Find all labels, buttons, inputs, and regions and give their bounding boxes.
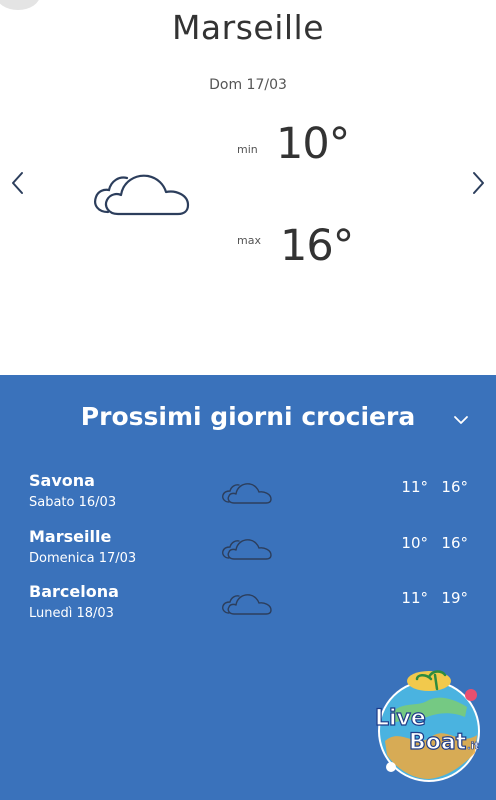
max-temperature-label: max <box>237 234 261 247</box>
port-name: Barcelona <box>29 582 119 601</box>
max-temperature: 16° <box>441 478 468 496</box>
min-temperature-label: min <box>237 143 258 156</box>
max-temperature: 19° <box>441 589 468 607</box>
port-day: Sabato 16/03 <box>29 495 117 510</box>
forecast-row-savona[interactable]: Savona Sabato 16/03 11° 16° <box>0 471 496 521</box>
cloud-icon <box>94 174 190 216</box>
next-day-button[interactable] <box>460 165 496 201</box>
liveboat-logo: Live Boat .it <box>374 670 480 782</box>
min-temperature: 11° <box>401 589 428 607</box>
port-day: Lunedì 18/03 <box>29 606 114 621</box>
forecast-row-barcelona[interactable]: Barcelona Lunedì 18/03 11° 19° <box>0 582 496 632</box>
forecast-date: Dom 17/03 <box>209 77 287 93</box>
min-temperature: 11° <box>401 478 428 496</box>
cruise-forecast-toggle[interactable] <box>450 409 472 431</box>
min-temperature-value: 10° <box>276 119 350 169</box>
port-day: Domenica 17/03 <box>29 551 137 566</box>
max-temperature-value: 16° <box>280 221 354 271</box>
cloud-icon <box>222 539 272 560</box>
min-temperature: 10° <box>401 534 428 552</box>
chevron-right-icon <box>473 172 484 194</box>
city-title: Marseille <box>171 8 325 47</box>
svg-text:Boat: Boat <box>409 730 467 755</box>
cloud-icon <box>222 483 272 504</box>
chevron-down-icon <box>454 416 468 424</box>
cloud-icon <box>222 594 272 615</box>
svg-text:.it: .it <box>467 741 479 752</box>
previous-day-button[interactable] <box>0 165 36 201</box>
port-name: Marseille <box>29 527 112 546</box>
cruise-forecast-title: Prossimi giorni crociera <box>80 402 416 431</box>
max-temperature: 16° <box>441 534 468 552</box>
svg-text:Live: Live <box>375 706 426 731</box>
forecast-row-marseille[interactable]: Marseille Domenica 17/03 10° 16° <box>0 527 496 577</box>
port-name: Savona <box>29 471 95 490</box>
chevron-left-icon <box>12 172 23 194</box>
